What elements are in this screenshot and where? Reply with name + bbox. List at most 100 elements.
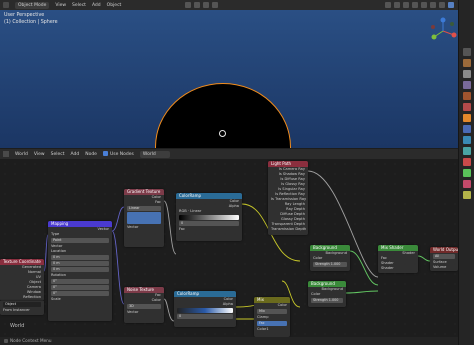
node-world-output[interactable]: World Output All Surface Volume — [430, 247, 458, 271]
use-nodes-toggle[interactable]: Use Nodes — [102, 151, 134, 157]
world-datablock-field[interactable]: World — [139, 150, 170, 158]
rendered-shading-icon[interactable] — [448, 2, 454, 8]
interpolation[interactable]: Linear — [190, 209, 201, 213]
node-gradient-texture[interactable]: Gradient Texture Color Fac Linear Vector — [124, 189, 164, 247]
output-color[interactable]: Color — [124, 298, 164, 303]
menu-select[interactable]: Select — [72, 3, 86, 8]
orientation-icon[interactable] — [185, 2, 191, 8]
node-light-path[interactable]: Light Path Is Camera Ray Is Shadow Ray I… — [268, 161, 308, 235]
world-tab-icon[interactable] — [463, 103, 471, 111]
input-vector[interactable]: Vector — [124, 310, 164, 315]
stop-position[interactable]: 0 — [179, 221, 239, 226]
navigation-gizmo[interactable] — [428, 16, 458, 46]
location-x[interactable]: 0 m — [51, 255, 109, 260]
node-background-1[interactable]: Background Background Color Strength 1.0… — [310, 245, 350, 271]
particles-tab-icon[interactable] — [463, 136, 471, 144]
object-tab-icon[interactable] — [463, 114, 471, 122]
material-tab-icon[interactable] — [463, 180, 471, 188]
menu-node[interactable]: Node — [85, 152, 97, 157]
color-ramp-bar[interactable] — [179, 215, 239, 220]
gizmo-icon[interactable] — [394, 2, 400, 8]
node-colorramp-top[interactable]: ColorRamp Color Alpha RGB · Linear 0 Fac — [176, 193, 242, 241]
output-tab-icon[interactable] — [463, 70, 471, 78]
node-canvas[interactable]: Texture Coordinate Generated Normal UV O… — [0, 159, 458, 337]
blend-type-dropdown[interactable]: Mix — [257, 309, 287, 314]
node-colorramp-bottom[interactable]: ColorRamp Color Alpha 0 — [174, 291, 236, 327]
clamp-toggle[interactable]: Clamp — [254, 315, 290, 320]
3d-cursor-icon[interactable] — [219, 130, 226, 137]
output-transmission-depth[interactable]: Transmission Depth — [268, 227, 308, 232]
solid-shading-icon[interactable] — [430, 2, 436, 8]
menu-view[interactable]: View — [34, 152, 45, 157]
3d-viewport[interactable]: User Perspective (1) Collection | Sphere — [0, 10, 458, 148]
node-mix[interactable]: Mix Color Mix Clamp Fac Color1 — [254, 297, 290, 337]
node-texture-coordinate-footer: Object From Instancer — [0, 301, 44, 315]
menu-object[interactable]: Object — [107, 3, 122, 8]
node-mix-shader[interactable]: Mix Shader Shader Fac Shader Shader — [378, 245, 418, 273]
editor-type-icon[interactable] — [3, 151, 9, 157]
node-noise-texture[interactable]: Noise Texture Fac Color 3D Vector — [124, 287, 164, 323]
input-color[interactable]: Color — [308, 292, 346, 297]
node-texture-coordinate[interactable]: Texture Coordinate Generated Normal UV O… — [0, 259, 44, 301]
tool-tab-icon[interactable] — [463, 48, 471, 56]
target-dropdown[interactable]: All — [433, 254, 455, 259]
strength-field[interactable]: Strength 1.000 — [311, 298, 343, 303]
render-tab-icon[interactable] — [463, 59, 471, 67]
strength-value: 1.000 — [330, 262, 341, 266]
scene-tab-icon[interactable] — [463, 92, 471, 100]
color-mode[interactable]: RGB — [179, 209, 187, 213]
view-layer-tab-icon[interactable] — [463, 81, 471, 89]
pivot-icon[interactable] — [194, 2, 200, 8]
shader-type-dropdown[interactable]: World — [15, 152, 28, 157]
input-volume[interactable]: Volume — [430, 265, 458, 270]
type-dropdown[interactable]: Point — [51, 238, 109, 243]
menu-add[interactable]: Add — [70, 152, 79, 157]
overlay-icon[interactable] — [403, 2, 409, 8]
socket-reflection[interactable]: Reflection — [0, 295, 44, 300]
modifier-tab-icon[interactable] — [463, 125, 471, 133]
location-y[interactable]: 0 m — [51, 261, 109, 266]
rotation-x[interactable]: 0° — [51, 279, 109, 284]
input-fac[interactable]: Fac — [257, 321, 287, 326]
color-ramp-bar[interactable] — [177, 308, 233, 313]
dimension-dropdown[interactable]: 3D — [127, 304, 161, 309]
input-color1[interactable]: Color1 — [254, 327, 290, 332]
proportional-icon[interactable] — [212, 2, 218, 8]
output-fac[interactable]: Fac — [124, 200, 164, 205]
input-color[interactable]: Color — [310, 256, 350, 261]
menu-add[interactable]: Add — [92, 3, 101, 8]
physics-tab-icon[interactable] — [463, 147, 471, 155]
input-vector[interactable]: Vector — [124, 225, 164, 230]
constraints-tab-icon[interactable] — [463, 158, 471, 166]
gradient-preview — [127, 212, 161, 224]
stop-position[interactable]: 0 — [177, 314, 233, 319]
transform-tools — [185, 2, 218, 8]
viewport-header: Object Mode View Select Add Object — [0, 0, 458, 10]
data-tab-icon[interactable] — [463, 169, 471, 177]
output-color[interactable]: Color — [254, 303, 290, 308]
snap-icon[interactable] — [203, 2, 209, 8]
xray-icon[interactable] — [412, 2, 418, 8]
node-mapping[interactable]: Mapping Vector Type Point Vector Locatio… — [48, 221, 112, 321]
texture-tab-icon[interactable] — [463, 191, 471, 199]
location-z[interactable]: 0 m — [51, 267, 109, 272]
from-instancer-toggle[interactable]: From Instancer — [0, 308, 44, 313]
material-shading-icon[interactable] — [439, 2, 445, 8]
rotation-z[interactable]: 0° — [51, 291, 109, 296]
wireframe-shading-icon[interactable] — [421, 2, 427, 8]
menu-select[interactable]: Select — [51, 152, 65, 157]
input-shader-2[interactable]: Shader — [378, 266, 418, 271]
menu-view[interactable]: View — [55, 3, 66, 8]
strength-field[interactable]: Strength 1.000 — [313, 262, 347, 267]
visibility-icon[interactable] — [385, 2, 391, 8]
input-fac[interactable]: Fac — [176, 227, 242, 232]
editor-type-icon[interactable] — [3, 2, 9, 8]
mode-selector[interactable]: Object Mode — [15, 1, 50, 9]
object-field[interactable]: Object — [3, 302, 41, 307]
rotation-y[interactable]: 0° — [51, 285, 109, 290]
gradient-type-dropdown[interactable]: Linear — [127, 206, 161, 211]
node-background-2[interactable]: Background Background Color Strength 1.0… — [308, 281, 346, 307]
output-alpha[interactable]: Alpha — [174, 302, 236, 307]
viewport-info: User Perspective (1) Collection | Sphere — [4, 13, 58, 26]
sphere-object[interactable] — [155, 83, 291, 148]
